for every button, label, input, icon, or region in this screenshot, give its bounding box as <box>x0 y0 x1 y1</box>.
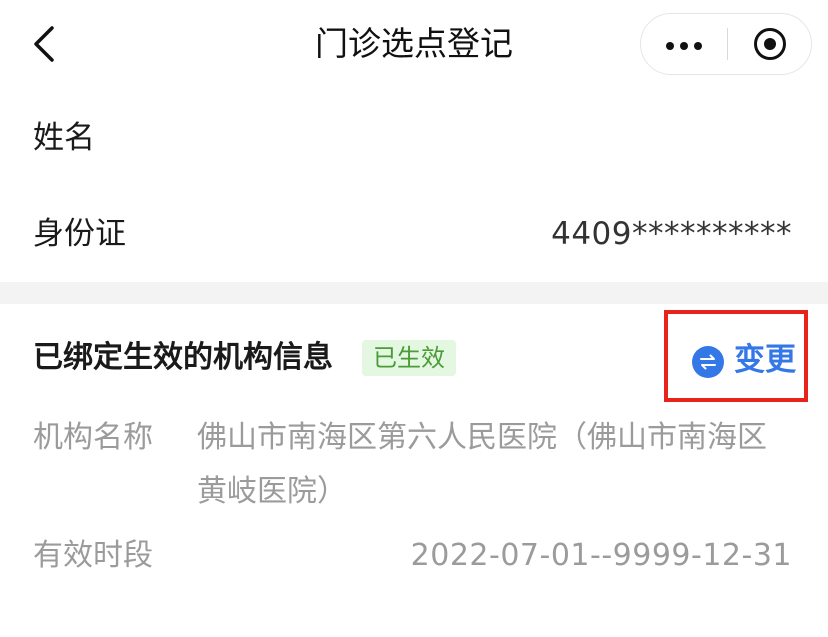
status-badge: 已生效 <box>362 340 456 376</box>
nav-bar: 门诊选点登记 <box>0 0 828 88</box>
close-button[interactable] <box>728 14 812 74</box>
target-circle-icon <box>754 28 786 60</box>
institution-section-title: 已绑定生效的机构信息 <box>33 340 333 375</box>
id-card-row: 身份证 4409********** <box>0 186 828 282</box>
valid-period-label: 有效时段 <box>33 538 153 573</box>
more-dots-icon <box>663 35 705 54</box>
swap-icon <box>692 346 724 378</box>
id-card-label: 身份证 <box>33 216 126 252</box>
institution-name-value: 佛山市南海区第六人民医院（佛山市南海区黄岐医院） <box>197 420 767 509</box>
more-button[interactable] <box>641 14 727 74</box>
id-card-value: 4409********** <box>551 216 792 252</box>
name-label: 姓名 <box>33 120 95 156</box>
mini-program-capsule <box>640 13 812 75</box>
change-button[interactable]: 变更 <box>664 310 808 402</box>
valid-period-value: 2022-07-01--9999-12-31 <box>410 538 792 573</box>
name-row: 姓名 <box>0 90 828 186</box>
change-label: 变更 <box>734 342 796 378</box>
institution-name-label: 机构名称 <box>33 420 153 455</box>
section-divider <box>0 282 828 304</box>
